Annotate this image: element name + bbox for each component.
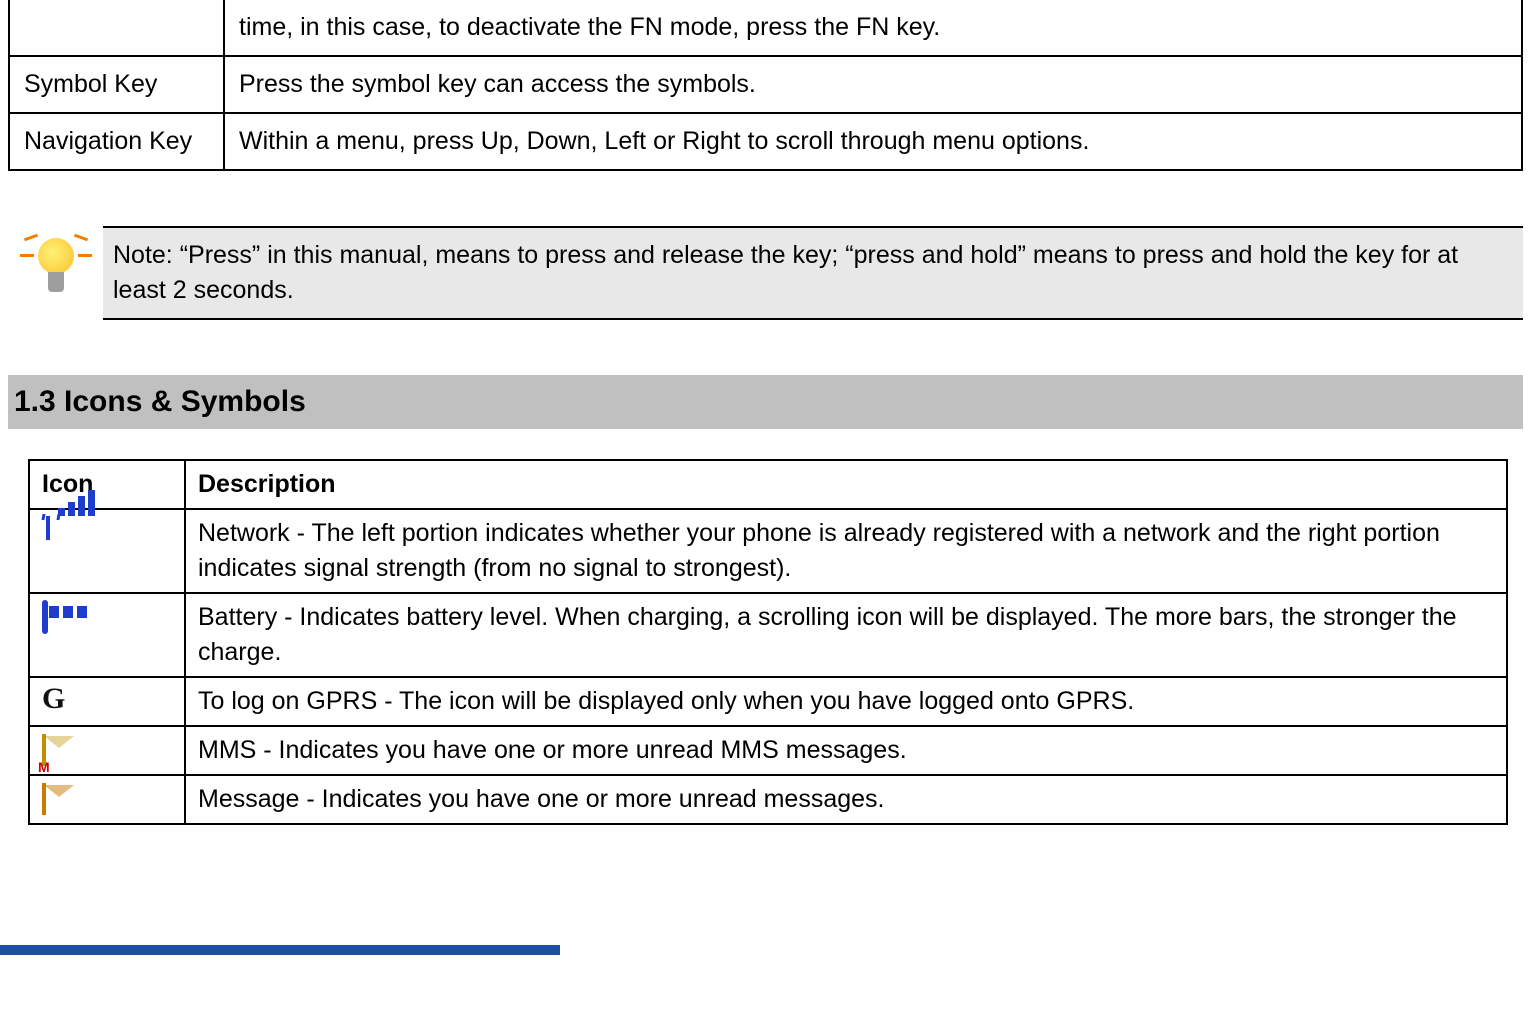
icon-cell (29, 726, 185, 775)
icon-desc: Network - The left portion indicates whe… (185, 509, 1507, 593)
icons-table: Icon Description Network - The left port… (28, 459, 1508, 825)
key-desc-cell: Within a menu, press Up, Down, Left or R… (224, 113, 1522, 170)
icon-cell (29, 593, 185, 677)
table-row: Network - The left portion indicates whe… (29, 509, 1507, 593)
icon-desc: To log on GPRS - The icon will be displa… (185, 677, 1507, 726)
footer-bar (0, 945, 560, 955)
key-name-cell (9, 0, 224, 56)
key-name-cell: Symbol Key (9, 56, 224, 113)
table-row: Message - Indicates you have one or more… (29, 775, 1507, 824)
icon-cell: G (29, 677, 185, 726)
key-name-cell: Navigation Key (9, 113, 224, 170)
mms-icon (42, 733, 46, 768)
note-callout: Note: “Press” in this manual, means to p… (8, 226, 1523, 320)
icon-cell (29, 509, 185, 593)
icon-cell (29, 775, 185, 824)
note-text: Note: “Press” in this manual, means to p… (103, 226, 1523, 320)
table-row: MMS - Indicates you have one or more unr… (29, 726, 1507, 775)
table-row: Navigation Key Within a menu, press Up, … (9, 113, 1522, 170)
gprs-icon: G (42, 684, 65, 714)
key-desc-cell: time, in this case, to deactivate the FN… (224, 0, 1522, 56)
header-description: Description (185, 460, 1507, 509)
table-row: time, in this case, to deactivate the FN… (9, 0, 1522, 56)
message-icon (42, 782, 46, 817)
lightbulb-icon (8, 226, 103, 292)
table-row: Symbol Key Press the symbol key can acce… (9, 56, 1522, 113)
section-heading: 1.3 Icons & Symbols (8, 375, 1523, 429)
key-desc-cell: Press the symbol key can access the symb… (224, 56, 1522, 113)
keys-table: time, in this case, to deactivate the FN… (8, 0, 1523, 171)
icon-desc: Battery - Indicates battery level. When … (185, 593, 1507, 677)
table-row: G To log on GPRS - The icon will be disp… (29, 677, 1507, 726)
table-header-row: Icon Description (29, 460, 1507, 509)
table-row: Battery - Indicates battery level. When … (29, 593, 1507, 677)
icon-desc: MMS - Indicates you have one or more unr… (185, 726, 1507, 775)
icon-desc: Message - Indicates you have one or more… (185, 775, 1507, 824)
header-icon: Icon (29, 460, 185, 509)
battery-icon (42, 600, 48, 635)
